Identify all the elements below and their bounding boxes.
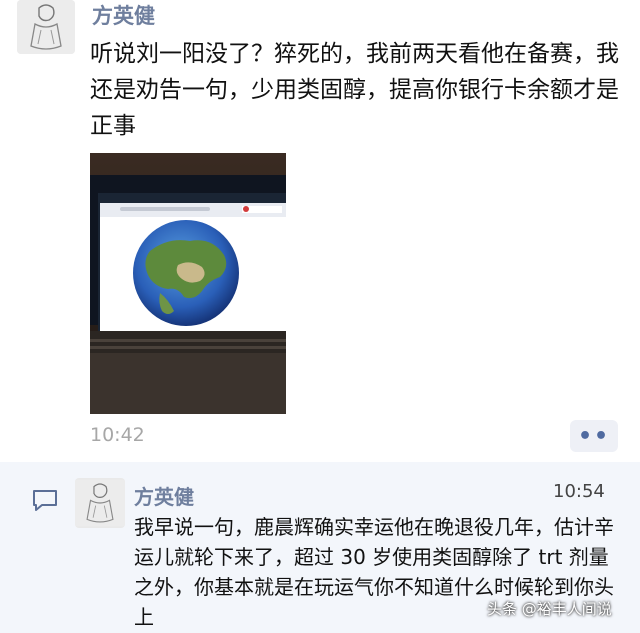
comment-author-name[interactable]: 方英健 [134, 481, 194, 510]
post-text: 听说刘一阳没了？猝死的，我前两天看他在备赛，我还是劝告一句，少用类固醇，提高你银… [90, 41, 619, 139]
watermark: 头条 @裕丰人间说 [487, 600, 612, 618]
more-dots-button[interactable]: •• [570, 420, 618, 452]
post-author-name[interactable]: 方英健 [92, 0, 155, 30]
globe-screen-photo [90, 153, 286, 414]
comment-avatar[interactable] [75, 478, 125, 528]
post-timestamp: 10:42 [90, 424, 145, 446]
avatar-sketch-icon [17, 0, 75, 54]
avatar-sketch-icon [75, 479, 125, 527]
post-photo[interactable] [90, 153, 286, 414]
post-avatar[interactable] [17, 0, 75, 54]
comment-icon[interactable] [32, 488, 58, 516]
comment-timestamp: 10:54 [553, 481, 605, 502]
